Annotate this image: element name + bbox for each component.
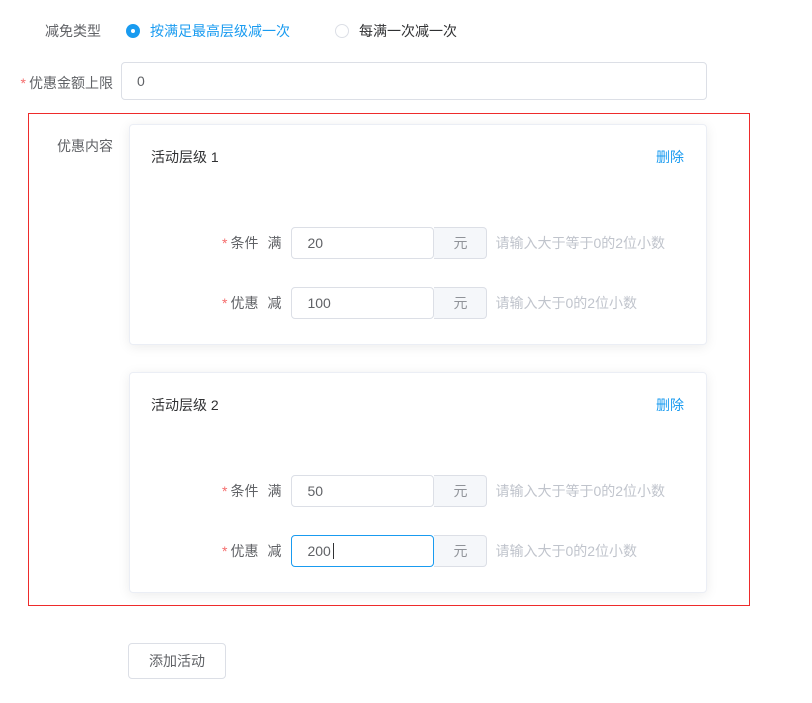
row-prefix: 满 [267, 481, 281, 501]
row-prefix: 减 [267, 293, 281, 313]
tier-card-1: 活动层级 1 删除 * 条件 满 元 请输入大于等于0的2位小数 * 优惠 减 [129, 124, 707, 345]
discount-amount-input[interactable] [291, 287, 434, 319]
max-discount-input[interactable] [121, 62, 707, 100]
required-asterisk: * [21, 75, 26, 91]
unit-append-label: 元 [434, 475, 487, 507]
input-hint: 请输入大于等于0的2位小数 [495, 233, 665, 253]
input-hint: 请输入大于0的2位小数 [495, 293, 637, 313]
unit-append-label: 元 [434, 227, 487, 259]
amount-input-group: 元 [291, 475, 487, 507]
delete-tier-button[interactable]: 删除 [656, 395, 684, 415]
promotion-form: 减免类型 按满足最高层级减一次 每满一次减一次 *优惠金额上限 优惠内容 活动层… [0, 0, 812, 703]
tier-header: 活动层级 1 删除 [130, 125, 706, 167]
row-label: 条件 [230, 481, 258, 501]
radio-option-label: 每满一次减一次 [359, 21, 457, 41]
radio-option-every-time[interactable]: 每满一次减一次 [335, 21, 457, 41]
delete-tier-button[interactable]: 删除 [656, 147, 684, 167]
radio-selected-icon [126, 24, 140, 38]
amount-input-group: 元 [291, 535, 487, 567]
reduction-type-label: 减免类型 [0, 21, 101, 41]
max-discount-label: *优惠金额上限 [0, 73, 113, 93]
tier-header: 活动层级 2 删除 [130, 373, 706, 415]
discount-content-label: 优惠内容 [29, 136, 113, 156]
required-asterisk: * [222, 483, 227, 499]
row-label: 条件 [230, 233, 258, 253]
row-label: 优惠 [230, 541, 258, 561]
row-label: 优惠 [230, 293, 258, 313]
row-prefix: 满 [267, 233, 281, 253]
text-caret [333, 543, 334, 559]
tier-title: 活动层级 2 [151, 395, 219, 415]
condition-row: * 条件 满 元 请输入大于等于0的2位小数 [130, 227, 706, 259]
tier-title: 活动层级 1 [151, 147, 219, 167]
add-activity-button[interactable]: 添加活动 [128, 643, 226, 679]
tier-card-2: 活动层级 2 删除 * 条件 满 元 请输入大于等于0的2位小数 * 优惠 减 [129, 372, 707, 593]
amount-input-group: 元 [291, 227, 487, 259]
input-hint: 请输入大于等于0的2位小数 [495, 481, 665, 501]
required-asterisk: * [222, 295, 227, 311]
condition-amount-input[interactable] [291, 227, 434, 259]
required-asterisk: * [222, 235, 227, 251]
discount-row: * 优惠 减 元 请输入大于0的2位小数 [130, 535, 706, 567]
condition-amount-input[interactable] [291, 475, 434, 507]
radio-unselected-icon [335, 24, 349, 38]
reduction-type-row: 减免类型 按满足最高层级减一次 每满一次减一次 [0, 20, 457, 42]
max-discount-label-text: 优惠金额上限 [29, 75, 113, 91]
condition-row: * 条件 满 元 请输入大于等于0的2位小数 [130, 475, 706, 507]
input-hint: 请输入大于0的2位小数 [495, 541, 637, 561]
required-asterisk: * [222, 543, 227, 559]
discount-row: * 优惠 减 元 请输入大于0的2位小数 [130, 287, 706, 319]
unit-append-label: 元 [434, 535, 487, 567]
amount-input-group: 元 [291, 287, 487, 319]
radio-option-label: 按满足最高层级减一次 [150, 21, 290, 41]
unit-append-label: 元 [434, 287, 487, 319]
radio-option-highest-tier[interactable]: 按满足最高层级减一次 [126, 21, 290, 41]
discount-amount-input-focused[interactable] [291, 535, 434, 567]
row-prefix: 减 [267, 541, 281, 561]
discount-content-section: 优惠内容 活动层级 1 删除 * 条件 满 元 请输入大于等于0的2位小数 * … [28, 113, 750, 606]
